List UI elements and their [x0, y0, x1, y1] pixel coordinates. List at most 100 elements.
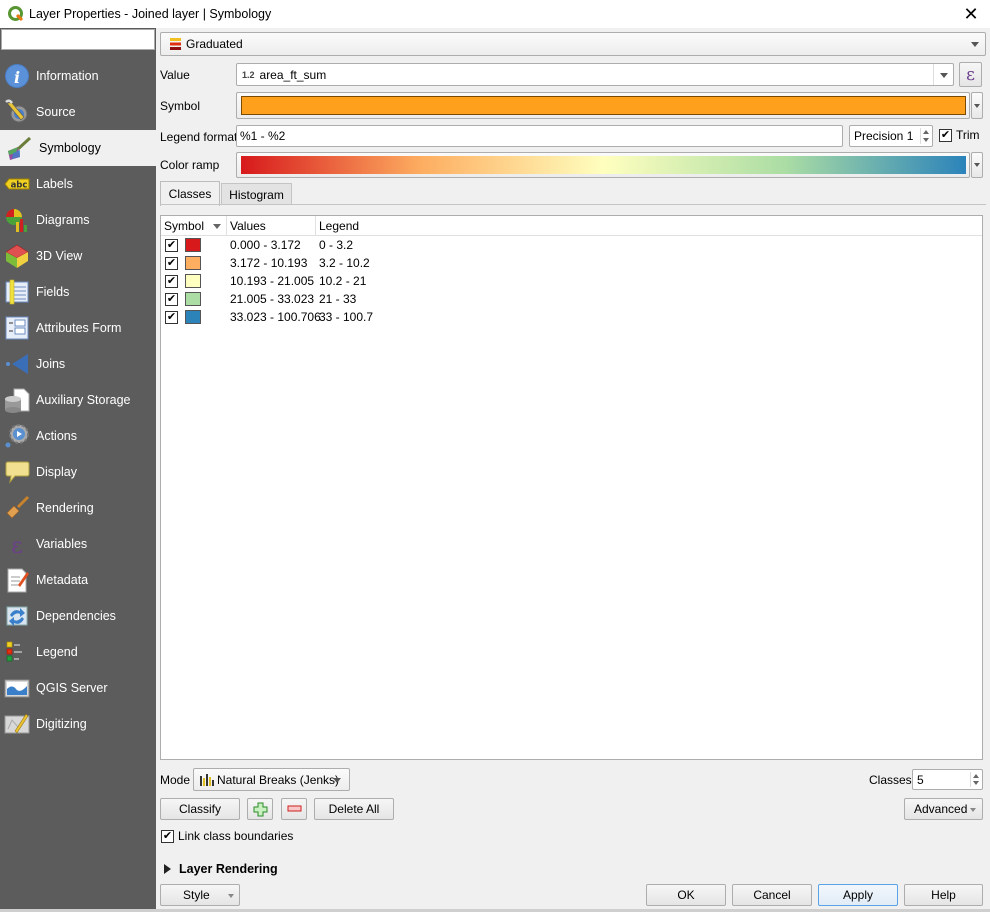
table-body: ✔ 0.000 - 3.172 0 - 3.2 ✔ 3.172 - 10.193 3.2 …	[161, 236, 982, 326]
sidebar-item-variables[interactable]: ε Variables	[0, 526, 156, 562]
expand-arrow-icon	[164, 864, 171, 874]
color-ramp-dropdown-button[interactable]	[971, 152, 983, 178]
apply-button[interactable]: Apply	[818, 884, 898, 906]
sidebar-item-joins[interactable]: Joins	[0, 346, 156, 382]
plus-icon	[253, 802, 267, 816]
class-color-swatch[interactable]	[185, 310, 201, 324]
svg-text:i: i	[14, 68, 20, 87]
class-visible-checkbox[interactable]: ✔	[165, 238, 178, 252]
table-row[interactable]: ✔ 21.005 - 33.023 21 - 33	[161, 290, 982, 308]
value-field-combo[interactable]: 1.2 area_ft_sum	[236, 63, 954, 86]
remove-class-button[interactable]	[281, 798, 307, 820]
legend-cell[interactable]: 21 - 33	[316, 292, 982, 306]
symbol-button[interactable]	[236, 92, 970, 119]
legend-cell[interactable]: 33 - 100.7	[316, 310, 982, 324]
legend-format-label: Legend format	[160, 130, 238, 144]
legend-cell[interactable]: 10.2 - 21	[316, 274, 982, 288]
sidebar-search[interactable]	[1, 29, 168, 50]
symbol-dropdown-button[interactable]	[971, 92, 983, 119]
style-dropdown[interactable]: Style	[160, 884, 240, 906]
classes-count-spinbox[interactable]: 5	[912, 769, 983, 790]
table-row[interactable]: ✔ 0.000 - 3.172 0 - 3.2	[161, 236, 982, 254]
help-button[interactable]: Help	[904, 884, 983, 906]
legend-cell[interactable]: 3.2 - 10.2	[316, 256, 982, 270]
close-button[interactable]: ✕	[960, 4, 982, 24]
trim-checkbox[interactable]: ✔ Trim	[939, 128, 980, 142]
sidebar-item-metadata[interactable]: Metadata	[0, 562, 156, 598]
class-color-swatch[interactable]	[185, 292, 201, 306]
classes-table: Symbol Values Legend ✔ 0.000 - 3.172 0 - 3…	[160, 215, 983, 760]
graduated-icon	[170, 38, 181, 50]
sidebar-item-label: Symbology	[39, 141, 101, 155]
values-cell[interactable]: 10.193 - 21.005	[227, 274, 316, 288]
sidebar-item-attributes-form[interactable]: Attributes Form	[0, 310, 156, 346]
sidebar: i Information Source Symbology abc Label…	[0, 28, 168, 909]
sidebar-item-source[interactable]: Source	[0, 94, 156, 130]
classify-button[interactable]: Classify	[160, 798, 240, 820]
sidebar-item-legend[interactable]: Legend	[0, 634, 156, 670]
class-visible-checkbox[interactable]: ✔	[165, 292, 178, 306]
cancel-button[interactable]: Cancel	[732, 884, 812, 906]
sidebar-item-labels[interactable]: abc Labels	[0, 166, 156, 202]
sidebar-item-digitizing[interactable]: Digitizing	[0, 706, 156, 742]
expression-button[interactable]: ε	[959, 62, 982, 87]
sidebar-search-input[interactable]	[9, 30, 168, 49]
class-visible-checkbox[interactable]: ✔	[165, 256, 178, 270]
add-class-button[interactable]	[247, 798, 273, 820]
class-color-swatch[interactable]	[185, 274, 201, 288]
svg-text:abc: abc	[11, 181, 28, 191]
values-cell[interactable]: 33.023 - 100.706	[227, 310, 321, 324]
table-row[interactable]: ✔ 3.172 - 10.193 3.2 - 10.2	[161, 254, 982, 272]
column-header-legend[interactable]: Legend	[316, 216, 982, 236]
sidebar-item-rendering[interactable]: Rendering	[0, 490, 156, 526]
legend-format-input[interactable]: %1 - %2	[236, 125, 843, 147]
precision-spinbox[interactable]: Precision 1	[849, 125, 933, 147]
column-header-values[interactable]: Values	[227, 216, 316, 236]
sidebar-item-3d-view[interactable]: 3D View	[0, 238, 156, 274]
spin-arrows-icon	[970, 772, 980, 787]
advanced-dropdown[interactable]: Advanced	[904, 798, 983, 820]
check-icon: ✔	[166, 292, 177, 305]
legend-format-value: %1 - %2	[240, 129, 286, 143]
legend-cell[interactable]: 0 - 3.2	[316, 238, 982, 252]
value-dropdown-button[interactable]	[933, 64, 953, 85]
column-header-symbol[interactable]: Symbol	[161, 216, 227, 236]
class-color-swatch[interactable]	[185, 256, 201, 270]
class-color-swatch[interactable]	[185, 238, 201, 252]
link-class-boundaries-box[interactable]: ✔	[161, 829, 174, 843]
mode-dropdown[interactable]: Natural Breaks (Jenks)	[193, 768, 350, 791]
class-visible-checkbox[interactable]: ✔	[165, 274, 178, 288]
trim-checkbox-box[interactable]: ✔	[939, 128, 952, 142]
sidebar-item-qgis-server[interactable]: QGIS Server	[0, 670, 156, 706]
sidebar-item-fields[interactable]: Fields	[0, 274, 156, 310]
tab-classes[interactable]: Classes	[160, 181, 220, 206]
sidebar-item-display[interactable]: Display	[0, 454, 156, 490]
renderer-type-dropdown[interactable]: Graduated	[160, 32, 986, 56]
delete-all-button[interactable]: Delete All	[314, 798, 394, 820]
check-icon: ✔	[166, 310, 177, 323]
sidebar-item-dependencies[interactable]: Dependencies	[0, 598, 156, 634]
trim-label: Trim	[956, 128, 980, 142]
tab-histogram[interactable]: Histogram	[221, 183, 292, 205]
sidebar-item-diagrams[interactable]: Diagrams	[0, 202, 156, 238]
symbol-cell: ✔	[161, 310, 227, 324]
values-cell[interactable]: 3.172 - 10.193	[227, 256, 316, 270]
table-row[interactable]: ✔ 10.193 - 21.005 10.2 - 21	[161, 272, 982, 290]
qgis-logo-icon	[8, 6, 24, 22]
color-ramp-button[interactable]	[236, 152, 970, 178]
sidebar-item-actions[interactable]: Actions	[0, 418, 156, 454]
values-cell[interactable]: 0.000 - 3.172	[227, 238, 316, 252]
rendering-icon	[4, 495, 30, 521]
sidebar-item-information[interactable]: i Information	[0, 58, 156, 94]
class-visible-checkbox[interactable]: ✔	[165, 310, 178, 324]
diagrams-icon	[4, 207, 30, 233]
link-class-boundaries-checkbox[interactable]: ✔ Link class boundaries	[161, 829, 293, 843]
layer-rendering-section[interactable]: Layer Rendering	[164, 862, 278, 876]
sidebar-item-auxiliary-storage[interactable]: Auxiliary Storage	[0, 382, 156, 418]
sidebar-item-label: QGIS Server	[36, 681, 108, 695]
table-row[interactable]: ✔ 33.023 - 100.706 33 - 100.7	[161, 308, 982, 326]
values-cell[interactable]: 21.005 - 33.023	[227, 292, 316, 306]
ok-button[interactable]: OK	[646, 884, 726, 906]
svg-text:ε: ε	[11, 534, 22, 557]
sidebar-item-symbology[interactable]: Symbology	[0, 130, 156, 166]
